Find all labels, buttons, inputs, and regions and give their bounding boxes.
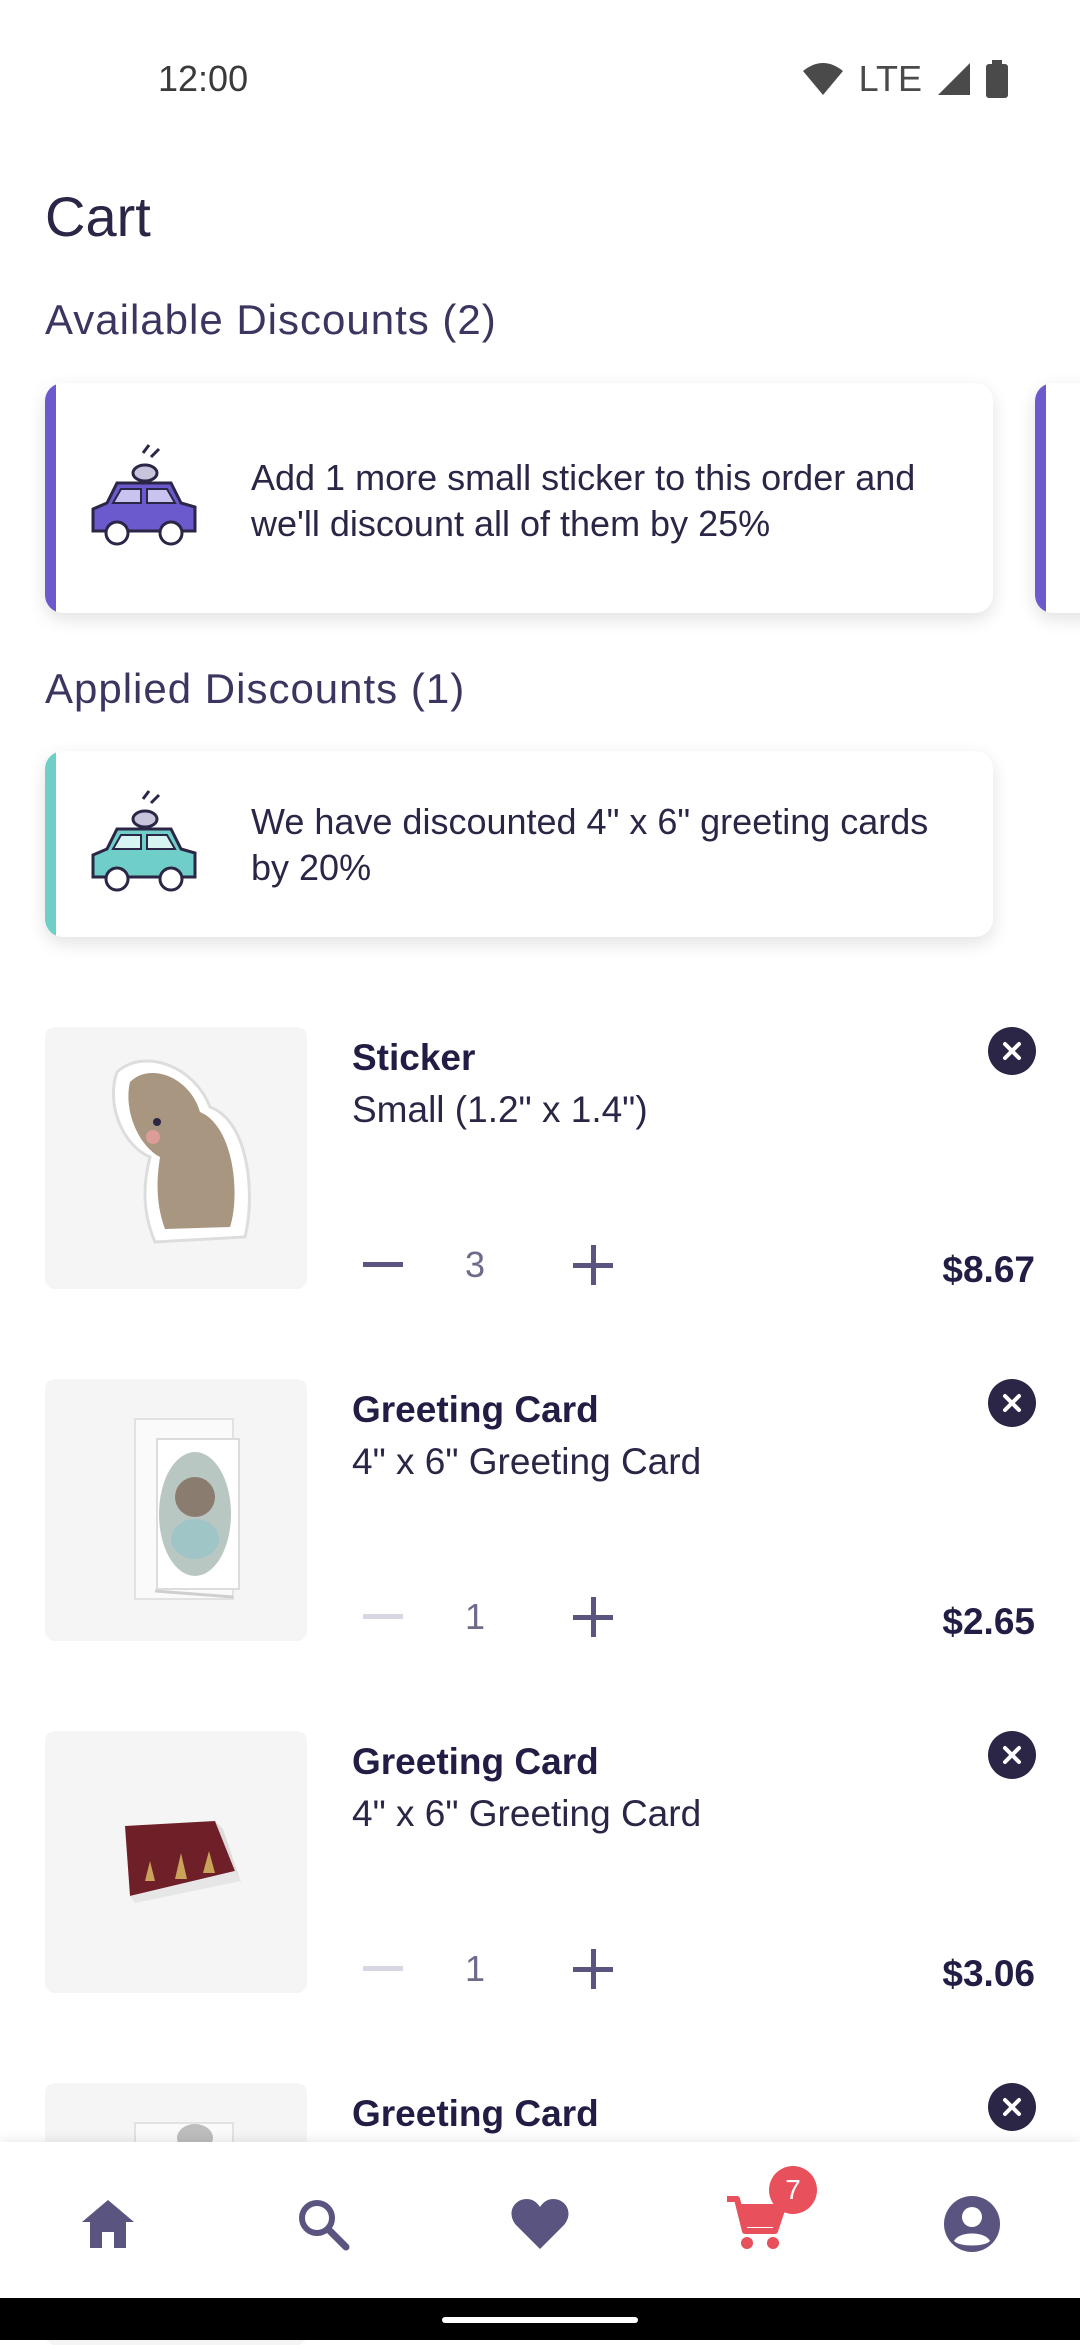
bottom-navigation: 7: [0, 2142, 1080, 2298]
plus-icon: [573, 1597, 613, 1637]
quantity-value: 1: [464, 1596, 486, 1637]
bear-card-image: [134, 1418, 240, 1600]
nav-search-button[interactable]: [283, 2184, 363, 2264]
nav-home-button[interactable]: [68, 2184, 148, 2264]
product-thumbnail[interactable]: [45, 1027, 307, 1289]
plus-icon: [573, 1949, 613, 1989]
discount-accent-bar: [1035, 383, 1046, 613]
account-icon: [944, 2196, 1000, 2252]
remove-item-button[interactable]: [988, 1027, 1036, 1075]
decrease-quantity-button[interactable]: [361, 1595, 405, 1639]
cart-count-badge: 7: [769, 2166, 817, 2214]
home-icon: [82, 2200, 134, 2248]
decrease-quantity-button[interactable]: [361, 1947, 405, 1991]
battery-icon: [986, 60, 1008, 98]
product-thumbnail[interactable]: [45, 1731, 307, 1993]
available-discounts-heading: Available Discounts (2): [45, 296, 497, 343]
product-name: Greeting Card: [352, 1741, 599, 1782]
car-icon: [91, 790, 197, 892]
nav-account-button[interactable]: [932, 2184, 1012, 2264]
red-card-image: [125, 1821, 241, 1903]
decrease-quantity-button[interactable]: [361, 1243, 405, 1287]
status-time: 12:00: [158, 58, 249, 99]
plus-icon: [573, 1245, 613, 1285]
close-icon: [1003, 1746, 1021, 1764]
product-name: Sticker: [352, 1037, 476, 1078]
product-name: Greeting Card: [352, 1389, 599, 1430]
discount-text: Add 1 more small sticker to this order a…: [251, 457, 916, 544]
product-variant: 4" x 6" Greeting Card: [352, 1793, 702, 1834]
increase-quantity-button[interactable]: [571, 1595, 615, 1639]
remove-item-button[interactable]: [988, 1379, 1036, 1427]
signal-icon: [938, 63, 970, 95]
available-discount-card-next[interactable]: [1035, 383, 1080, 613]
wifi-icon: [802, 63, 843, 95]
minus-icon: [363, 1262, 403, 1267]
increase-quantity-button[interactable]: [571, 1243, 615, 1287]
network-label: LTE: [858, 58, 922, 99]
remove-item-button[interactable]: [988, 1731, 1036, 1779]
available-discount-card[interactable]: Add 1 more small sticker to this order a…: [45, 383, 993, 613]
car-icon: [91, 444, 197, 546]
item-price: $8.67: [942, 1249, 1035, 1290]
product-variant: Small (1.2" x 1.4"): [352, 1089, 648, 1130]
increase-quantity-button[interactable]: [571, 1947, 615, 1991]
product-name: Greeting Card: [352, 2093, 599, 2134]
minus-icon: [363, 1614, 403, 1619]
elephant-sticker-image: [111, 1059, 251, 1244]
search-icon: [299, 2200, 350, 2251]
close-icon: [1003, 2098, 1021, 2116]
close-icon: [1003, 1042, 1021, 1060]
quantity-value: 1: [464, 1948, 486, 1989]
item-price: $2.65: [942, 1601, 1035, 1642]
product-variant: 4" x 6" Greeting Card: [352, 1441, 702, 1482]
cart-item: Sticker Small (1.2" x 1.4") 3 $8.67: [45, 1027, 1036, 1290]
heart-icon: [511, 2199, 569, 2249]
page-title: Cart: [45, 185, 151, 248]
minus-icon: [363, 1966, 403, 1971]
cart-item: Greeting Card 4" x 6" Greeting Card 1 $3…: [45, 1731, 1036, 1994]
discount-accent-bar: [45, 751, 56, 937]
status-bar: 12:00 LTE: [0, 0, 1080, 160]
item-price: $3.06: [942, 1953, 1035, 1994]
cart-item: Greeting Card 4" x 6" Greeting Card 1 $2…: [45, 1379, 1036, 1642]
nav-favorites-button[interactable]: [500, 2184, 580, 2264]
quantity-value: 3: [464, 1244, 486, 1285]
remove-item-button[interactable]: [988, 2083, 1036, 2131]
home-gesture-handle[interactable]: [442, 2317, 638, 2323]
applied-discount-card: We have discounted 4" x 6" greeting card…: [45, 751, 993, 937]
close-icon: [1003, 1394, 1021, 1412]
status-icons: LTE: [801, 58, 1008, 100]
applied-discounts-heading: Applied Discounts (1): [45, 665, 466, 712]
discount-accent-bar: [45, 383, 56, 613]
product-thumbnail[interactable]: [45, 1379, 307, 1641]
discount-text: We have discounted 4" x 6" greeting card…: [251, 801, 929, 888]
